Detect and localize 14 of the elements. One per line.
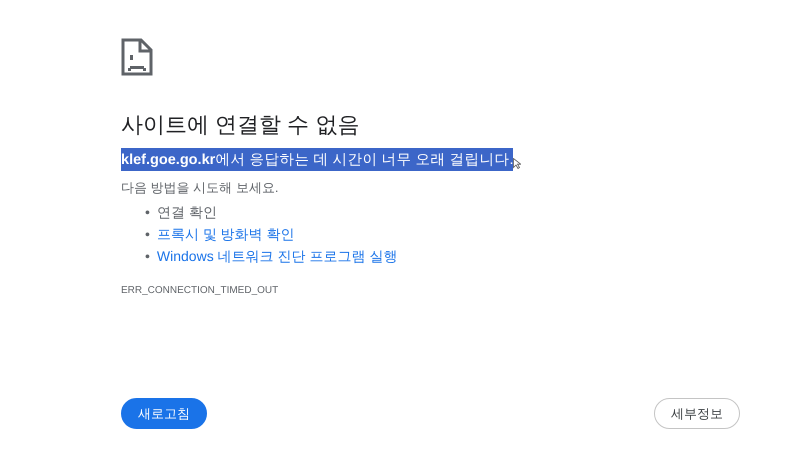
bullet: • — [145, 247, 150, 266]
suggestion-text: 연결 확인 — [156, 203, 217, 222]
bullet: • — [145, 203, 150, 222]
suggestions-intro: 다음 방법을 시도해 보세요. — [121, 179, 280, 197]
reload-button[interactable]: 새로고침 — [121, 398, 207, 429]
suggestion-link[interactable]: 프록시 및 방화벽 확인 — [156, 224, 295, 244]
bullet: • — [145, 225, 150, 244]
sad-page-icon — [121, 38, 153, 76]
error-message: klef.goe.go.kr에서 응답하는 데 시간이 너무 오래 걸립니다. — [121, 148, 514, 171]
suggestion-link[interactable]: Windows 네트워크 진단 프로그램 실행 — [156, 246, 398, 266]
details-button[interactable]: 세부정보 — [654, 398, 740, 429]
error-code: ERR_CONNECTION_TIMED_OUT — [121, 285, 280, 296]
error-title: 사이트에 연결할 수 없음 — [121, 111, 360, 139]
mouse-cursor-icon — [513, 158, 522, 169]
